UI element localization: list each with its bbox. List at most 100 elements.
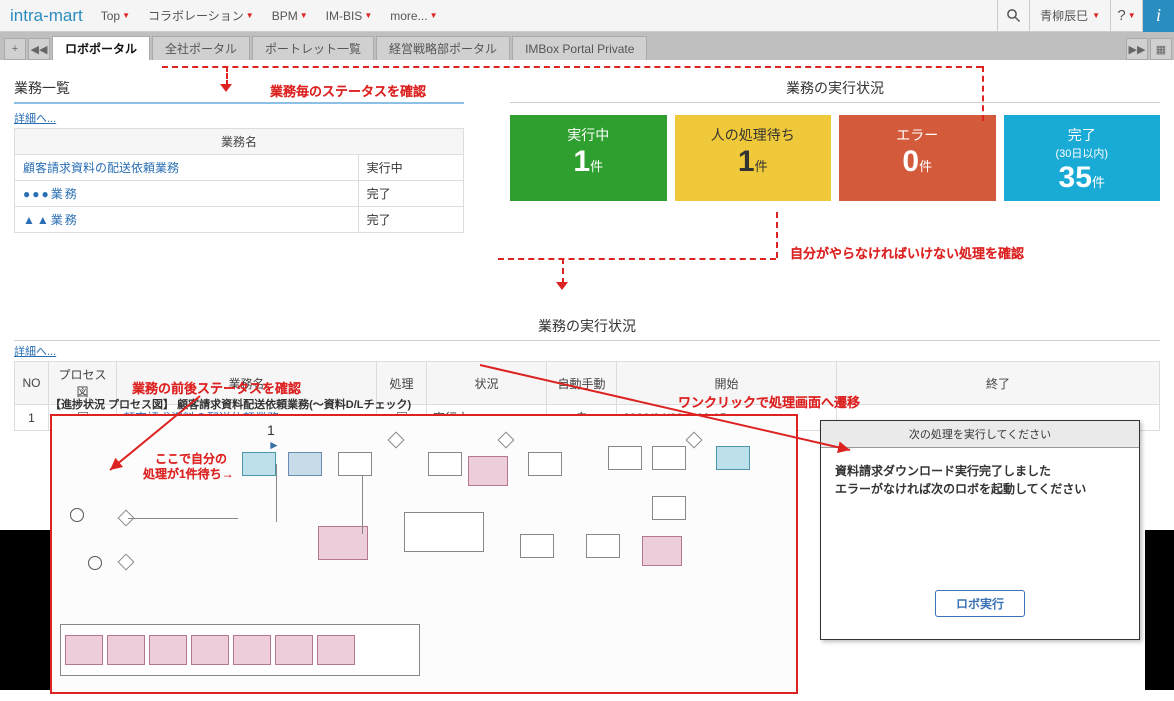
left-cell-status: 実行中: [358, 155, 463, 181]
bpmn-node: [608, 446, 642, 470]
msg-line: 資料請求ダウンロード実行完了しました: [835, 462, 1125, 480]
bpmn-node: [642, 536, 682, 566]
process-diagram-caption: 【進捗状況 プロセス図】 顧客請求資料配送依頼業務(～資料D/Lチェック): [50, 396, 800, 412]
card-error[interactable]: エラー 0件: [839, 115, 996, 201]
bpmn-node: [520, 534, 554, 558]
start-node: [88, 556, 102, 570]
lane-node: [149, 635, 187, 665]
left-detail-link[interactable]: 詳細へ...: [14, 108, 56, 128]
process-diagram-wrap: 【進捗状況 プロセス図】 顧客請求資料配送依頼業務(～資料D/Lチェック) 1 …: [50, 396, 800, 694]
caret-icon: ▼: [364, 11, 372, 20]
full-title: 業務の実行状況: [14, 312, 1160, 341]
bpmn-node: [242, 452, 276, 476]
bpmn-node: [318, 526, 368, 560]
tab-imbox[interactable]: IMBox Portal Private: [512, 36, 647, 60]
bpmn-node: [428, 452, 462, 476]
bpmn-node: [404, 512, 484, 552]
run-robo-button[interactable]: ロボ実行: [935, 590, 1025, 617]
menu-label: コラボレーション: [148, 7, 244, 24]
gateway-icon: [388, 432, 405, 449]
left-panel: 業務一覧 詳細へ... 業務名 顧客請求資料の配送依頼業務 実行中 ●●●業務 …: [14, 74, 464, 233]
menu-label: BPM: [272, 9, 298, 23]
left-row[interactable]: ●●●業務 完了: [15, 181, 464, 207]
card-unit: 件: [755, 159, 768, 174]
left-row[interactable]: ▲▲業務 完了: [15, 207, 464, 233]
caret-icon: ▼: [430, 11, 438, 20]
lane-node: [191, 635, 229, 665]
annotation: 自分がやらなければいけない処理を確認: [790, 243, 1024, 262]
menu-item-more[interactable]: more...▼: [390, 7, 437, 24]
tab-scroll-right[interactable]: ▶▶: [1126, 38, 1148, 60]
bottom-lane: [60, 624, 420, 676]
right-title: 業務の実行状況: [510, 74, 1160, 103]
left-cell-status: 完了: [358, 207, 463, 233]
menu-item-top[interactable]: Top▼: [101, 7, 130, 24]
flag-number: 1: [267, 422, 275, 438]
tab-all-company[interactable]: 全社ポータル: [152, 36, 250, 60]
next-action-header: 次の処理を実行してください: [821, 421, 1139, 448]
lane-node: [65, 635, 103, 665]
help-button[interactable]: ?▼: [1110, 0, 1142, 32]
menu-label: Top: [101, 9, 120, 23]
card-label: 完了: [1008, 125, 1157, 145]
card-label: 実行中: [514, 125, 663, 145]
card-number: 35: [1059, 161, 1092, 194]
menu-item-bpm[interactable]: BPM▼: [272, 7, 308, 24]
caret-icon: ▼: [300, 11, 308, 20]
card-number: 0: [902, 145, 919, 178]
left-cell-name[interactable]: 顧客請求資料の配送依頼業務: [15, 155, 359, 181]
lane-node: [233, 635, 271, 665]
search-icon: [1006, 8, 1021, 23]
lane-node: [275, 635, 313, 665]
tab-portlet-list[interactable]: ポートレット一覧: [252, 36, 374, 60]
start-node: [70, 508, 84, 522]
bpmn-node: [652, 496, 686, 520]
card-unit: 件: [1092, 175, 1105, 190]
col-no: NO: [15, 362, 49, 405]
tab-add-button[interactable]: +: [4, 38, 26, 60]
left-col-name: 業務名: [15, 129, 464, 155]
left-table: 業務名 顧客請求資料の配送依頼業務 実行中 ●●●業務 完了 ▲▲業務 完了: [14, 128, 464, 233]
left-cell-name[interactable]: ●●●業務: [15, 181, 359, 207]
cell-no: 1: [15, 405, 49, 431]
menu-item-collab[interactable]: コラボレーション▼: [148, 7, 254, 24]
tab-grid-button[interactable]: ▦: [1150, 38, 1172, 60]
left-cell-status: 完了: [358, 181, 463, 207]
tab-scroll-left[interactable]: ◀◀: [28, 38, 50, 60]
bpmn-node: [288, 452, 322, 476]
card-unit: 件: [919, 159, 932, 174]
topbar: intra-mart Top▼ コラボレーション▼ BPM▼ IM-BIS▼ m…: [0, 0, 1174, 32]
search-button[interactable]: [997, 0, 1029, 32]
menu-label: more...: [390, 9, 427, 23]
user-menu[interactable]: 青柳辰巳▼: [1029, 0, 1110, 32]
status-cards: 実行中 1件 人の処理待ち 1件 エラー 0件 完了 (30日以内) 35件: [510, 115, 1160, 201]
left-cell-name[interactable]: ▲▲業務: [15, 207, 359, 233]
right-panel: 業務の実行状況 実行中 1件 人の処理待ち 1件 エラー 0件 完了 (30日以…: [510, 74, 1160, 201]
info-button[interactable]: i: [1142, 0, 1174, 32]
msg-line: エラーがなければ次のロボを起動してください: [835, 480, 1125, 498]
card-waiting[interactable]: 人の処理待ち 1件: [675, 115, 832, 201]
card-done[interactable]: 完了 (30日以内) 35件: [1004, 115, 1161, 201]
bpmn-node: [528, 452, 562, 476]
brand: intra-mart: [10, 6, 83, 26]
tab-robo-portal[interactable]: ロボポータル: [52, 36, 150, 60]
next-action-panel: 次の処理を実行してください 資料請求ダウンロード実行完了しました エラーがなけれ…: [820, 420, 1140, 640]
menu-item-imbis[interactable]: IM-BIS▼: [326, 7, 373, 24]
flag-icon: ►: [268, 438, 280, 452]
menu-label: IM-BIS: [326, 9, 363, 23]
bpmn-node: [586, 534, 620, 558]
bpmn-node: [338, 452, 372, 476]
card-label: 人の処理待ち: [679, 125, 828, 145]
tab-strategy[interactable]: 経営戦略部ポータル: [376, 36, 510, 60]
left-title: 業務一覧: [14, 74, 464, 104]
full-detail-link[interactable]: 詳細へ...: [14, 341, 56, 361]
bpmn-node: [716, 446, 750, 470]
card-label: エラー: [843, 125, 992, 145]
gateway-icon: [118, 554, 135, 571]
card-unit: 件: [590, 159, 603, 174]
process-diagram[interactable]: 1 ►: [50, 414, 798, 694]
gateway-icon: [498, 432, 515, 449]
caret-icon: ▼: [122, 11, 130, 20]
card-running[interactable]: 実行中 1件: [510, 115, 667, 201]
left-row[interactable]: 顧客請求資料の配送依頼業務 実行中: [15, 155, 464, 181]
